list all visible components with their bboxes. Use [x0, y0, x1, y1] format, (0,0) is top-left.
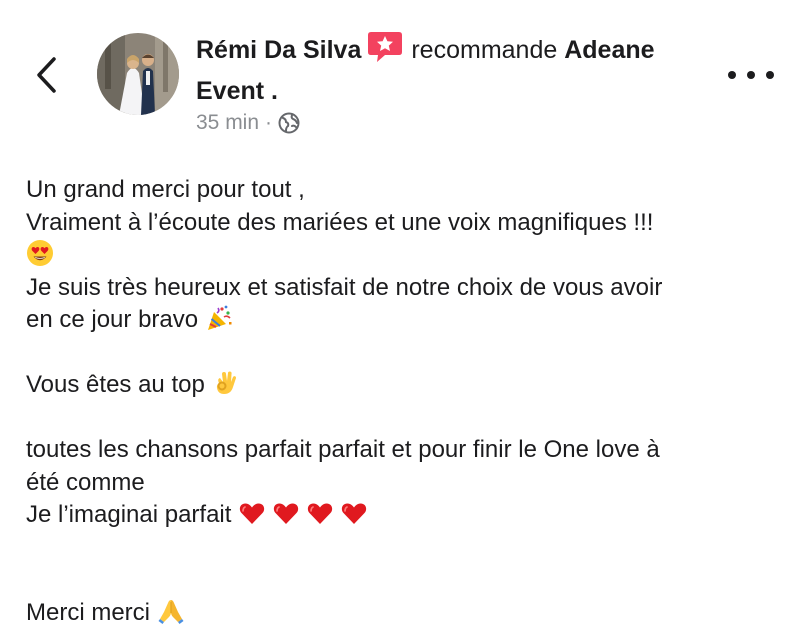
post-line: Un grand merci pour tout , [26, 176, 305, 203]
post-line-text: Je l’imaginai parfait [26, 501, 232, 528]
post-line: toutes les chansons parfait parfait et p… [26, 436, 660, 463]
post-line-text: Vous êtes au top [26, 371, 205, 398]
red-heart-emoji-icon [273, 503, 299, 524]
post-line: Je suis très heureux et satisfait de not… [26, 273, 663, 301]
post-text: Un grand merci pour tout , Vraiment à l’… [26, 174, 776, 629]
action-text: recommande [411, 36, 558, 64]
post-line: été comme [26, 468, 145, 496]
folded-hands-emoji-icon [158, 599, 184, 624]
more-dot [728, 71, 736, 79]
more-options-button[interactable] [728, 62, 774, 88]
chevron-left-icon [37, 57, 56, 93]
recommend-star-icon [367, 30, 403, 74]
post-time[interactable]: 35 min [196, 109, 259, 137]
red-heart-emoji-icon [307, 503, 333, 524]
post-line-text: en ce jour bravo [26, 306, 199, 333]
post-meta: 35 min · [196, 109, 300, 137]
meta-separator: · [265, 111, 273, 134]
author-name[interactable]: Rémi Da Silva [196, 36, 361, 64]
post-line-with-emoji: Vous êtes au top [26, 369, 776, 402]
post-line-emoji [26, 239, 776, 272]
post-header: Rémi Da Silva recommande Adeane Event . 3… [0, 0, 799, 150]
ok-hand-emoji-icon [217, 371, 237, 394]
more-dot [747, 71, 755, 79]
post-line: Vraiment à l’écoute des mariées et une v… [26, 208, 654, 236]
red-heart-emoji-icon [341, 503, 367, 524]
post-line-with-emoji: Je l’imaginai parfait [26, 499, 776, 532]
party-popper-emoji-icon [207, 305, 232, 330]
heart-eyes-emoji-icon [27, 240, 53, 266]
back-button[interactable] [28, 52, 64, 98]
avatar-photo [97, 33, 179, 115]
more-dot [766, 71, 774, 79]
page-name[interactable]: Adeane [564, 36, 654, 64]
post-line-with-emoji: Merci merci [26, 597, 776, 630]
avatar[interactable] [97, 33, 179, 115]
post-line-with-emoji: en ce jour bravo [26, 304, 776, 337]
post-author-line: Rémi Da Silva recommande Adeane Event . [196, 30, 716, 109]
globe-icon [278, 112, 300, 134]
red-heart-emoji-icon [239, 503, 265, 524]
page-name-continued[interactable]: Event . [196, 77, 278, 105]
post-line-text: Merci merci [26, 598, 150, 626]
